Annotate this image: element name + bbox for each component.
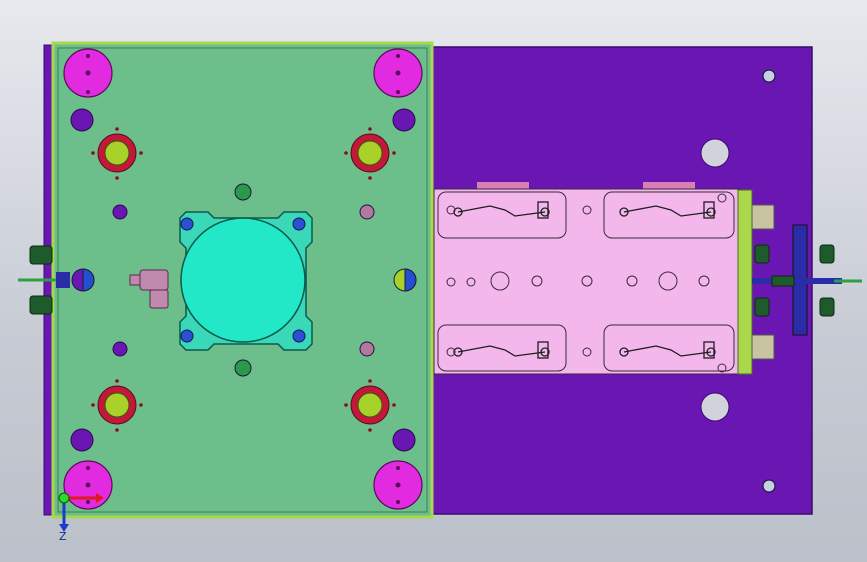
triad-origin-icon — [58, 492, 70, 504]
base-hole-bottom-large — [700, 392, 730, 422]
insert-plate — [433, 188, 741, 375]
base-hole-top-large — [700, 138, 730, 168]
manifold-pipe — [752, 278, 842, 284]
base-hole-bottom-small — [762, 479, 776, 493]
mold-assembly-drawing[interactable] — [0, 0, 867, 562]
manifold-plate — [737, 189, 753, 375]
left-pipe-stub — [56, 272, 70, 288]
manifold-block-top — [751, 204, 775, 230]
manifold-block-bottom — [751, 334, 775, 360]
base-hole-top-small — [762, 69, 776, 83]
cad-viewport[interactable]: Z — [0, 0, 867, 562]
cavity-core — [180, 217, 306, 343]
triad-z-label: Z — [59, 530, 67, 543]
